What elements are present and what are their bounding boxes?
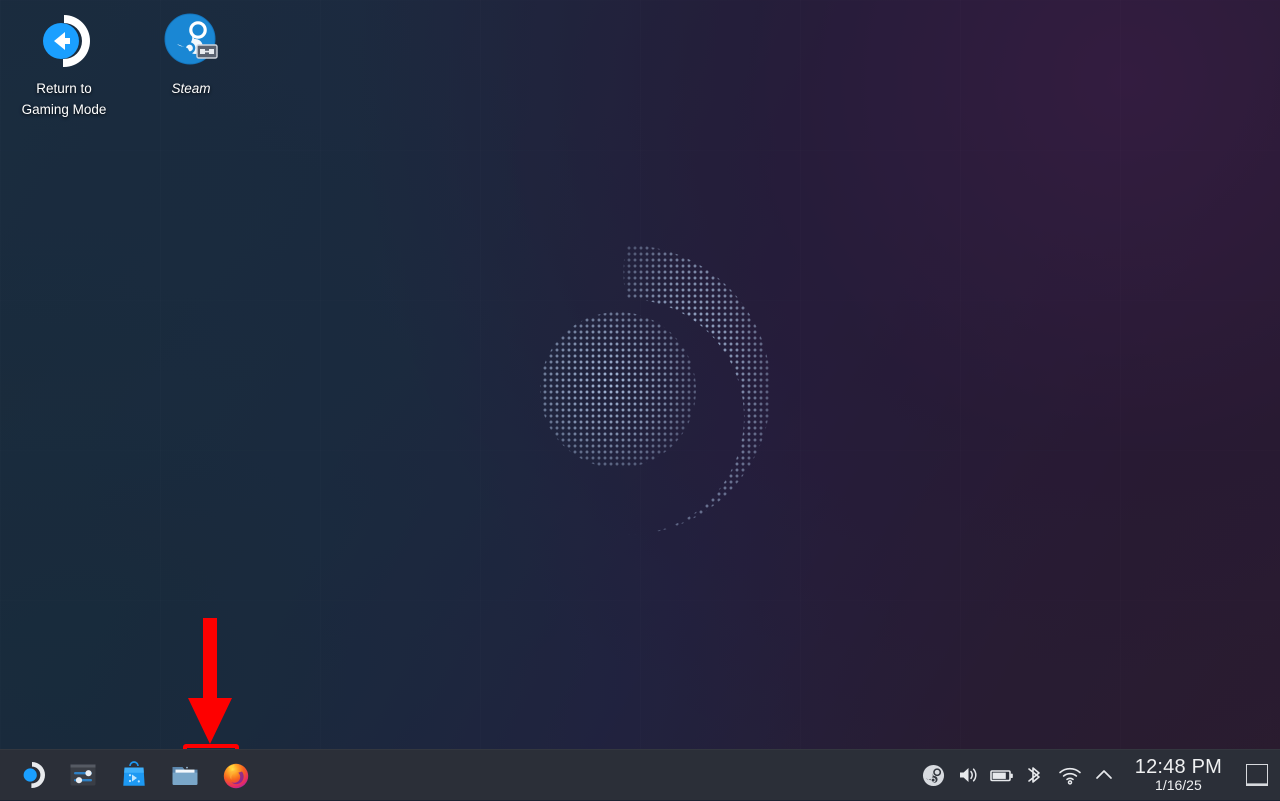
tray-steam-button[interactable] [917,750,951,801]
desktop-icon-return-to-gaming-mode[interactable]: Return to Gaming Mode [0,10,128,120]
settings-sliders-icon [68,760,98,790]
shortcut-link-badge [197,45,217,58]
desktop-icon-label: Steam [127,78,255,99]
tray-volume-button[interactable] [951,750,985,801]
return-to-gaming-mode-icon [0,10,128,72]
discover-bag-icon [119,760,149,790]
speaker-volume-icon [956,763,980,787]
folder-icon [170,760,200,790]
steam-icon [922,764,945,787]
taskbar-firefox-button[interactable] [210,750,261,801]
taskbar[interactable]: 12:48 PM 1/16/25 [0,749,1280,800]
taskbar-file-manager-button[interactable] [159,750,210,801]
desktop-icon-steam[interactable]: Steam [127,10,255,99]
firefox-icon [221,760,251,790]
show-desktop-icon [1246,764,1268,786]
desktop-icon-label-line2: Gaming Mode [0,99,128,120]
bluetooth-icon [1025,763,1047,787]
clock-date: 1/16/25 [1155,778,1202,793]
clock-time: 12:48 PM [1135,757,1222,779]
taskbar-clock[interactable]: 12:48 PM 1/16/25 [1121,750,1236,801]
battery-icon [989,763,1015,787]
taskbar-app-launcher-button[interactable] [6,750,57,801]
tray-wifi-button[interactable] [1053,750,1087,801]
taskbar-launchers [0,750,261,800]
desktop-icon-label: Return to [0,78,128,99]
tray-bluetooth-button[interactable] [1019,750,1053,801]
taskbar-discover-button[interactable] [108,750,159,801]
chevron-up-icon [1093,764,1115,786]
wallpaper-logo [500,215,800,545]
desktop[interactable]: Return to Gaming Mode Steam [0,0,1280,800]
taskbar-system-settings-button[interactable] [57,750,108,801]
system-tray: 12:48 PM 1/16/25 [917,750,1280,800]
tray-expand-button[interactable] [1087,750,1121,801]
show-desktop-button[interactable] [1240,750,1274,801]
tray-battery-button[interactable] [985,750,1019,801]
steamos-launcher-icon [17,760,47,790]
steam-icon [127,10,255,72]
red-pointer-arrow [186,618,234,744]
wifi-icon [1057,763,1083,787]
